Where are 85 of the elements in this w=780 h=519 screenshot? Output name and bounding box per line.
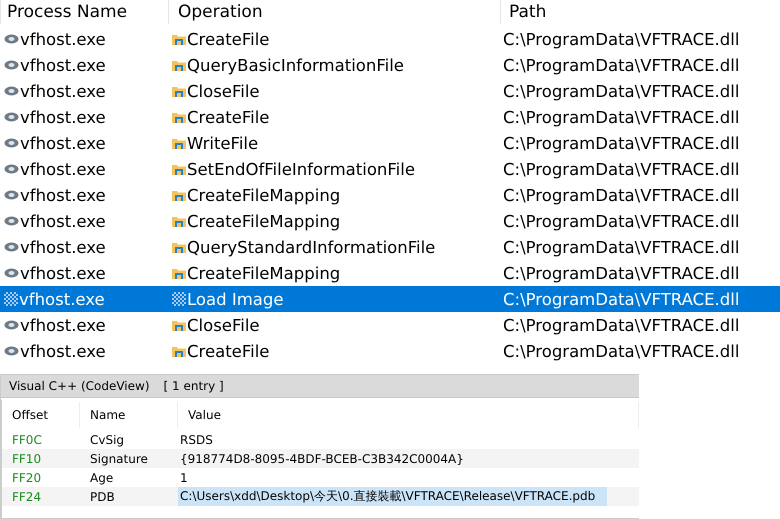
process-name: vfhost.exe	[20, 134, 106, 152]
event-row[interactable]: vfhost.exe CreateFileMapping C:\ProgramData\VFTRACE.dll	[0, 260, 780, 286]
entry-count: [ 1 entry ]	[164, 379, 224, 393]
operation-name: CloseFile	[187, 82, 260, 100]
folder-icon	[172, 112, 186, 122]
column-header[interactable]: Name	[80, 402, 178, 428]
event-row[interactable]: vfhost.exe CloseFile C:\ProgramData\VFTRACE.dll	[0, 312, 780, 338]
value-cell[interactable]: {918774D8-8095-4BDF-BCEB-C3B342C0004A}	[178, 450, 476, 466]
path-text: C:\ProgramData\VFTRACE.dll	[503, 108, 740, 126]
process-name: vfhost.exe	[20, 316, 106, 334]
operation-name: WriteFile	[187, 134, 258, 152]
operation-name: CreateFileMapping	[187, 264, 340, 282]
process-name: vfhost.exe	[20, 186, 106, 204]
path-text: C:\ProgramData\VFTRACE.dll	[503, 134, 740, 152]
column-header[interactable]: Offset	[2, 402, 80, 428]
column-header[interactable]: Value	[178, 402, 639, 428]
operation-name: Load Image	[187, 290, 284, 308]
path-text: C:\ProgramData\VFTRACE.dll	[503, 290, 740, 308]
offset-cell-text: FF0C	[11, 432, 43, 446]
operation-name: QueryBasicInformationFile	[187, 56, 404, 74]
event-row[interactable]: vfhost.exe QueryStandardInformationFile C:\ProgramData\VFTRACE.dll	[0, 234, 780, 260]
folder-icon	[172, 216, 186, 226]
path-text: C:\ProgramData\VFTRACE.dll	[503, 82, 740, 100]
column-header[interactable]: Process Name	[0, 0, 168, 24]
path-text: C:\ProgramData\VFTRACE.dll	[503, 238, 740, 256]
event-row[interactable]: vfhost.exe CreateFile C:\ProgramData\VFTRACE.dll	[0, 338, 780, 364]
name-cell-text: PDB	[89, 490, 116, 504]
process-name: vfhost.exe	[20, 238, 106, 256]
operation-name: CreateFile	[187, 342, 270, 360]
panel-title: Visual C++ (CodeView)	[9, 379, 150, 393]
operation-name: SetEndOfFileInformationFile	[187, 160, 415, 178]
value-cell[interactable]: C:\Users\xdd\Desktop\今天\0.直接裝載\VFTRACE\Release\VFTRACE.pdb	[178, 487, 608, 506]
process-name: vfhost.exe	[20, 212, 106, 230]
path-text: C:\ProgramData\VFTRACE.dll	[503, 30, 740, 48]
operation-name: CreateFileMapping	[187, 186, 340, 204]
name-cell-text: CvSig	[89, 432, 126, 446]
offset-cell-text: FF24	[11, 490, 42, 504]
operation-name: CreateFile	[187, 30, 270, 48]
event-row[interactable]: vfhost.exe WriteFile C:\ProgramData\VFTRACE.dll	[0, 130, 780, 156]
folder-icon	[172, 346, 186, 356]
folder-icon	[172, 242, 186, 252]
operation-name: CloseFile	[187, 316, 260, 334]
path-text: C:\ProgramData\VFTRACE.dll	[503, 342, 740, 360]
event-row[interactable]: vfhost.exe CloseFile C:\ProgramData\VFTRACE.dll	[0, 78, 780, 104]
offset-cell-text: FF10	[11, 452, 42, 466]
process-name: vfhost.exe	[20, 30, 106, 48]
event-row[interactable]: vfhost.exe CreateFile C:\ProgramData\VFTRACE.dll	[0, 104, 780, 130]
path-text: C:\ProgramData\VFTRACE.dll	[503, 160, 740, 178]
folder-icon	[172, 320, 186, 330]
process-name: vfhost.exe	[19, 290, 105, 308]
process-name: vfhost.exe	[20, 342, 106, 360]
event-row[interactable]: vfhost.exe CreateFileMapping C:\ProgramData\VFTRACE.dll	[0, 182, 780, 208]
event-row[interactable]: vfhost.exe CreateFileMapping C:\ProgramData\VFTRACE.dll	[0, 208, 780, 234]
column-header[interactable]: Path	[500, 0, 780, 24]
value-cell[interactable]: 1	[178, 470, 200, 486]
name-cell-text: Age	[89, 470, 114, 484]
operation-name: QueryStandardInformationFile	[187, 238, 436, 256]
image-icon	[172, 292, 186, 306]
folder-icon	[172, 60, 186, 70]
event-row[interactable]: vfhost.exe CreateFile C:\ProgramData\VFTRACE.dll	[0, 26, 780, 52]
path-text: C:\ProgramData\VFTRACE.dll	[503, 212, 740, 230]
event-row[interactable]: vfhost.exe Load Image C:\ProgramData\VFTRACE.dll	[0, 286, 780, 312]
process-name: vfhost.exe	[20, 56, 106, 74]
folder-icon	[172, 138, 186, 148]
folder-icon	[172, 190, 186, 200]
path-text: C:\ProgramData\VFTRACE.dll	[503, 186, 740, 204]
event-row[interactable]: vfhost.exe QueryBasicInformationFile C:\ProgramData\VFTRACE.dll	[0, 52, 780, 78]
folder-icon	[172, 268, 186, 278]
folder-icon	[172, 34, 186, 44]
path-text: C:\ProgramData\VFTRACE.dll	[503, 264, 740, 282]
operation-name: CreateFileMapping	[187, 212, 340, 230]
event-row[interactable]: vfhost.exe SetEndOfFileInformationFile C:\ProgramData\VFTRACE.dll	[0, 156, 780, 182]
process-name: vfhost.exe	[20, 160, 106, 178]
process-name: vfhost.exe	[20, 264, 106, 282]
process-name: vfhost.exe	[20, 82, 106, 100]
name-cell-text: Signature	[89, 452, 149, 466]
path-text: C:\ProgramData\VFTRACE.dll	[503, 56, 740, 74]
column-header[interactable]: Operation	[168, 0, 500, 24]
operation-name: CreateFile	[187, 108, 270, 126]
value-cell[interactable]: RSDS	[178, 432, 225, 448]
offset-cell-text: FF20	[11, 470, 42, 484]
path-text: C:\ProgramData\VFTRACE.dll	[503, 316, 740, 334]
folder-icon	[172, 86, 186, 96]
process-name: vfhost.exe	[20, 108, 106, 126]
folder-icon	[172, 164, 186, 174]
